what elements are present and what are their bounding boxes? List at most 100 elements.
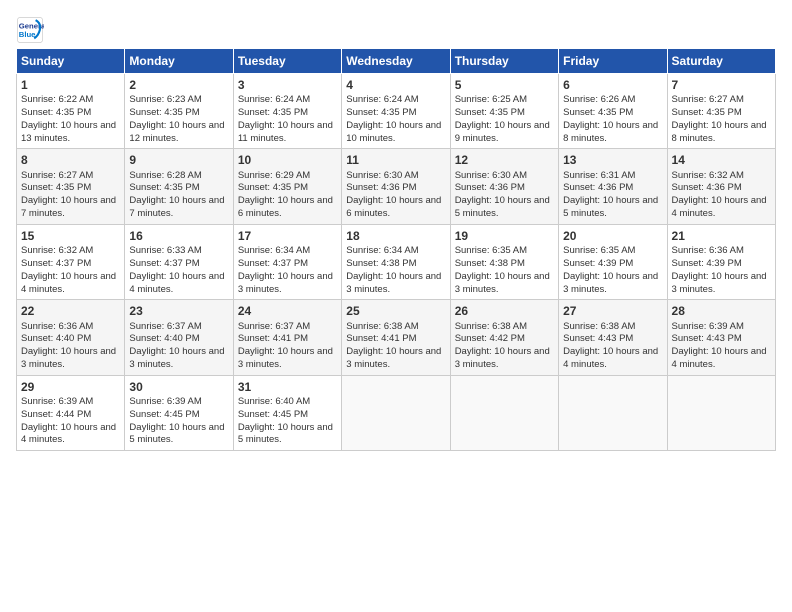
sunrise: Sunrise: 6:30 AM	[455, 170, 527, 181]
logo-icon: General Blue	[16, 16, 44, 44]
table-cell: 3Sunrise: 6:24 AMSunset: 4:35 PMDaylight…	[233, 74, 341, 149]
header: General Blue	[16, 16, 776, 44]
sunrise: Sunrise: 6:33 AM	[129, 245, 201, 256]
table-cell: 12Sunrise: 6:30 AMSunset: 4:36 PMDayligh…	[450, 149, 558, 224]
calendar-row: 22 Sunrise: 6:36 AM Sunset: 4:40 PM Dayligh…	[17, 300, 776, 375]
day-number: 4	[346, 77, 445, 93]
day-number: 15	[21, 228, 120, 244]
sunset: Sunset: 4:43 PM	[672, 333, 742, 344]
sunset: Sunset: 4:37 PM	[238, 258, 308, 269]
page-container: General Blue Sunday Monday Tuesday Wedne…	[0, 0, 792, 459]
sunrise: Sunrise: 6:26 AM	[563, 94, 635, 105]
day-number: 3	[238, 77, 337, 93]
day-number: 6	[563, 77, 662, 93]
svg-text:Blue: Blue	[19, 30, 36, 39]
sunset: Sunset: 4:35 PM	[21, 107, 91, 118]
table-cell: 6Sunrise: 6:26 AMSunset: 4:35 PMDaylight…	[559, 74, 667, 149]
daylight: Daylight: 10 hours and 4 minutes.	[21, 271, 116, 295]
day-number: 23	[129, 303, 228, 319]
sunrise: Sunrise: 6:36 AM	[21, 321, 93, 332]
daylight: Daylight: 10 hours and 7 minutes.	[21, 195, 116, 219]
table-cell	[342, 375, 450, 450]
table-cell: 28Sunrise: 6:39 AMSunset: 4:43 PMDayligh…	[667, 300, 775, 375]
sunset: Sunset: 4:41 PM	[346, 333, 416, 344]
table-cell: 14Sunrise: 6:32 AMSunset: 4:36 PMDayligh…	[667, 149, 775, 224]
day-number: 14	[672, 152, 771, 168]
table-cell: 25Sunrise: 6:38 AMSunset: 4:41 PMDayligh…	[342, 300, 450, 375]
sunrise: Sunrise: 6:40 AM	[238, 396, 310, 407]
sunrise: Sunrise: 6:37 AM	[129, 321, 201, 332]
sunset: Sunset: 4:35 PM	[563, 107, 633, 118]
table-cell: 17Sunrise: 6:34 AMSunset: 4:37 PMDayligh…	[233, 224, 341, 299]
daylight: Daylight: 10 hours and 3 minutes.	[346, 271, 441, 295]
sunset: Sunset: 4:35 PM	[129, 182, 199, 193]
sunrise: Sunrise: 6:39 AM	[129, 396, 201, 407]
day-number: 29	[21, 379, 120, 395]
daylight: Daylight: 10 hours and 4 minutes.	[672, 346, 767, 370]
day-number: 24	[238, 303, 337, 319]
daylight: Daylight: 10 hours and 4 minutes.	[21, 422, 116, 446]
calendar-row: 8Sunrise: 6:27 AMSunset: 4:35 PMDaylight…	[17, 149, 776, 224]
table-cell	[450, 375, 558, 450]
table-cell: 10Sunrise: 6:29 AMSunset: 4:35 PMDayligh…	[233, 149, 341, 224]
daylight: Daylight: 10 hours and 4 minutes.	[563, 346, 658, 370]
daylight: Daylight: 10 hours and 4 minutes.	[672, 195, 767, 219]
sunset: Sunset: 4:36 PM	[563, 182, 633, 193]
table-cell: 23Sunrise: 6:37 AMSunset: 4:40 PMDayligh…	[125, 300, 233, 375]
sunset: Sunset: 4:35 PM	[238, 107, 308, 118]
day-number: 20	[563, 228, 662, 244]
day-number: 25	[346, 303, 445, 319]
sunrise: Sunrise: 6:27 AM	[672, 94, 744, 105]
sunset: Sunset: 4:43 PM	[563, 333, 633, 344]
sunset: Sunset: 4:35 PM	[129, 107, 199, 118]
sunset: Sunset: 4:36 PM	[455, 182, 525, 193]
table-cell	[667, 375, 775, 450]
daylight: Daylight: 10 hours and 3 minutes.	[672, 271, 767, 295]
day-number: 27	[563, 303, 662, 319]
sunrise: Sunrise: 6:24 AM	[346, 94, 418, 105]
sunset: Sunset: 4:41 PM	[238, 333, 308, 344]
sunrise: Sunrise: 6:38 AM	[563, 321, 635, 332]
sunset: Sunset: 4:40 PM	[129, 333, 199, 344]
daylight: Daylight: 10 hours and 4 minutes.	[129, 271, 224, 295]
table-cell: 1Sunrise: 6:22 AMSunset: 4:35 PMDaylight…	[17, 74, 125, 149]
sunset: Sunset: 4:37 PM	[129, 258, 199, 269]
sunrise: Sunrise: 6:38 AM	[346, 321, 418, 332]
table-cell: 24Sunrise: 6:37 AMSunset: 4:41 PMDayligh…	[233, 300, 341, 375]
daylight: Daylight: 10 hours and 5 minutes.	[455, 195, 550, 219]
sunset: Sunset: 4:36 PM	[346, 182, 416, 193]
col-thursday: Thursday	[450, 49, 558, 74]
day-number: 22	[21, 303, 120, 319]
table-cell: 19Sunrise: 6:35 AMSunset: 4:38 PMDayligh…	[450, 224, 558, 299]
sunset: Sunset: 4:45 PM	[129, 409, 199, 420]
daylight: Daylight: 10 hours and 3 minutes.	[238, 271, 333, 295]
daylight: Daylight: 10 hours and 11 minutes.	[238, 120, 333, 144]
table-cell: 9Sunrise: 6:28 AMSunset: 4:35 PMDaylight…	[125, 149, 233, 224]
daylight: Daylight: 10 hours and 5 minutes.	[238, 422, 333, 446]
day-number: 30	[129, 379, 228, 395]
sunset: Sunset: 4:42 PM	[455, 333, 525, 344]
calendar-row: 1Sunrise: 6:22 AMSunset: 4:35 PMDaylight…	[17, 74, 776, 149]
day-number: 28	[672, 303, 771, 319]
table-cell: 13Sunrise: 6:31 AMSunset: 4:36 PMDayligh…	[559, 149, 667, 224]
table-cell: 22Sunrise: 6:36 AMSunset: 4:40 PMDayligh…	[17, 300, 125, 375]
day-number: 17	[238, 228, 337, 244]
day-number: 1	[21, 77, 120, 93]
day-number: 26	[455, 303, 554, 319]
daylight: Daylight: 10 hours and 3 minutes.	[563, 271, 658, 295]
sunrise: Sunrise: 6:23 AM	[129, 94, 201, 105]
day-number: 13	[563, 152, 662, 168]
sunrise: Sunrise: 6:35 AM	[455, 245, 527, 256]
calendar-row: 29Sunrise: 6:39 AMSunset: 4:44 PMDayligh…	[17, 375, 776, 450]
daylight: Daylight: 10 hours and 3 minutes.	[21, 346, 116, 370]
sunset: Sunset: 4:36 PM	[672, 182, 742, 193]
col-friday: Friday	[559, 49, 667, 74]
calendar-table: Sunday Monday Tuesday Wednesday Thursday…	[16, 48, 776, 451]
table-cell: 21Sunrise: 6:36 AMSunset: 4:39 PMDayligh…	[667, 224, 775, 299]
sunrise: Sunrise: 6:28 AM	[129, 170, 201, 181]
sunrise: Sunrise: 6:30 AM	[346, 170, 418, 181]
sunset: Sunset: 4:35 PM	[238, 182, 308, 193]
table-cell: 20Sunrise: 6:35 AMSunset: 4:39 PMDayligh…	[559, 224, 667, 299]
daylight: Daylight: 10 hours and 7 minutes.	[129, 195, 224, 219]
sunrise: Sunrise: 6:27 AM	[21, 170, 93, 181]
